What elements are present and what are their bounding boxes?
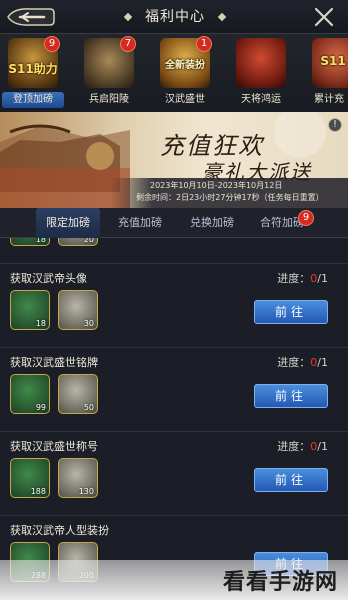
task-list[interactable]: 18 20 获取汉武帝头像 进度：0/1 18 30 前往 获取汉武盛世铭牌 进… xyxy=(0,238,348,600)
tab-label: 限定加磅 xyxy=(46,216,90,229)
header-bar: 福利中心 xyxy=(0,0,348,34)
close-button[interactable] xyxy=(312,5,336,29)
go-button[interactable]: 前往 xyxy=(254,300,328,324)
item-quantity: 99 xyxy=(35,403,46,412)
go-button[interactable]: 前往 xyxy=(254,468,328,492)
task-progress: 进度：0/1 xyxy=(277,440,328,453)
task-title: 获取汉武盛世铭牌 xyxy=(10,356,98,369)
event-tab-label: 登顶加磅 xyxy=(2,92,64,108)
tab-recharge-bonus[interactable]: 充值加磅 xyxy=(108,208,172,238)
info-icon[interactable]: ! xyxy=(328,118,342,132)
list-item: 获取汉武盛世铭牌 进度：0/1 99 50 前往 xyxy=(0,348,348,432)
reward-item-jade[interactable]: 18 xyxy=(10,238,50,246)
go-button[interactable]: 前往 xyxy=(254,384,328,408)
close-icon xyxy=(314,7,334,27)
reward-item-coin[interactable]: 130 xyxy=(58,458,98,498)
event-tab-yangling[interactable]: 7 兵启阳陵 xyxy=(78,34,140,112)
page-title: 福利中心 xyxy=(110,6,240,28)
tab-tally-bonus[interactable]: 合符加磅 9 xyxy=(252,208,314,238)
event-tab-climb[interactable]: S11助力 9 登顶加磅 xyxy=(2,34,64,112)
event-date-range: 2023年10月10日-2023年10月12日 xyxy=(150,181,283,190)
back-arrow-icon xyxy=(7,8,55,26)
event-icon-general xyxy=(236,38,286,88)
notification-badge: 9 xyxy=(44,36,60,52)
event-banner: 充值狂欢 豪礼大派送 2023年10月10日-2023年10月12日 剩余时间：… xyxy=(0,112,348,208)
task-title: 获取汉武帝人型装扮 xyxy=(10,524,109,537)
site-watermark: 看看手游网 xyxy=(0,560,348,600)
item-quantity: 20 xyxy=(83,238,94,244)
item-quantity: 50 xyxy=(83,403,94,412)
notification-badge: 7 xyxy=(120,36,136,52)
reward-item-jade[interactable]: 99 xyxy=(10,374,50,414)
event-tab-hanwu[interactable]: 全新装扮 1 汉武盛世 xyxy=(154,34,216,112)
item-quantity: 18 xyxy=(35,319,46,328)
item-quantity: 18 xyxy=(35,238,46,244)
tab-label: 充值加磅 xyxy=(118,216,162,229)
back-button[interactable] xyxy=(4,4,56,30)
task-title: 获取汉武盛世称号 xyxy=(10,440,98,453)
event-overlay-text: S11助力 xyxy=(8,62,58,76)
item-quantity: 188 xyxy=(30,487,46,496)
reward-item-coin[interactable]: 50 xyxy=(58,374,98,414)
tab-exchange-bonus[interactable]: 兑换加磅 xyxy=(180,208,244,238)
list-item: 18 20 xyxy=(0,238,348,264)
event-tab-label: 天将鸿运 xyxy=(241,94,281,105)
item-quantity: 30 xyxy=(83,319,94,328)
reward-item-jade[interactable]: 18 xyxy=(10,290,50,330)
event-tab-label: 兵启阳陵 xyxy=(89,94,129,105)
task-title: 获取汉武帝头像 xyxy=(10,272,87,285)
diamond-ornament-icon xyxy=(217,12,227,22)
notification-badge: 9 xyxy=(298,210,314,226)
item-quantity: 130 xyxy=(78,487,94,496)
notification-badge: 1 xyxy=(196,36,212,52)
reward-item-coin[interactable]: 30 xyxy=(58,290,98,330)
event-tabs: S11助力 9 登顶加磅 7 兵启阳陵 全新装扮 1 汉武盛世 天将鸿运 S11… xyxy=(0,34,348,112)
watermark-text: 看看手游网 xyxy=(222,570,338,595)
event-tab-label: 汉武盛世 xyxy=(165,94,205,105)
page-title-text: 福利中心 xyxy=(145,9,205,25)
event-overlay-text: 全新装扮 xyxy=(165,60,205,71)
event-overlay-text: S11 xyxy=(320,54,346,68)
event-tab-recharge[interactable]: S11 累计充 xyxy=(306,34,348,112)
reward-item-coin[interactable]: 20 xyxy=(58,238,98,246)
task-progress: 进度：0/1 xyxy=(277,356,328,369)
reward-item-jade[interactable]: 188 xyxy=(10,458,50,498)
event-remaining-time: 剩余时间：2日23小时27分钟17秒（任务每日重置） xyxy=(136,193,324,202)
tab-limited-bonus[interactable]: 限定加磅 xyxy=(36,208,100,238)
event-tab-general[interactable]: 天将鸿运 xyxy=(230,34,292,112)
list-item: 获取汉武帝头像 进度：0/1 18 30 前往 xyxy=(0,264,348,348)
list-item: 获取汉武盛世称号 进度：0/1 188 130 前往 xyxy=(0,432,348,516)
task-progress: 进度：0/1 xyxy=(277,272,328,285)
tab-label: 兑换加磅 xyxy=(190,216,234,229)
event-tab-label: 累计充 xyxy=(314,94,344,105)
sub-tab-bar: 限定加磅 充值加磅 兑换加磅 合符加磅 9 xyxy=(0,208,348,238)
diamond-ornament-icon xyxy=(123,12,133,22)
